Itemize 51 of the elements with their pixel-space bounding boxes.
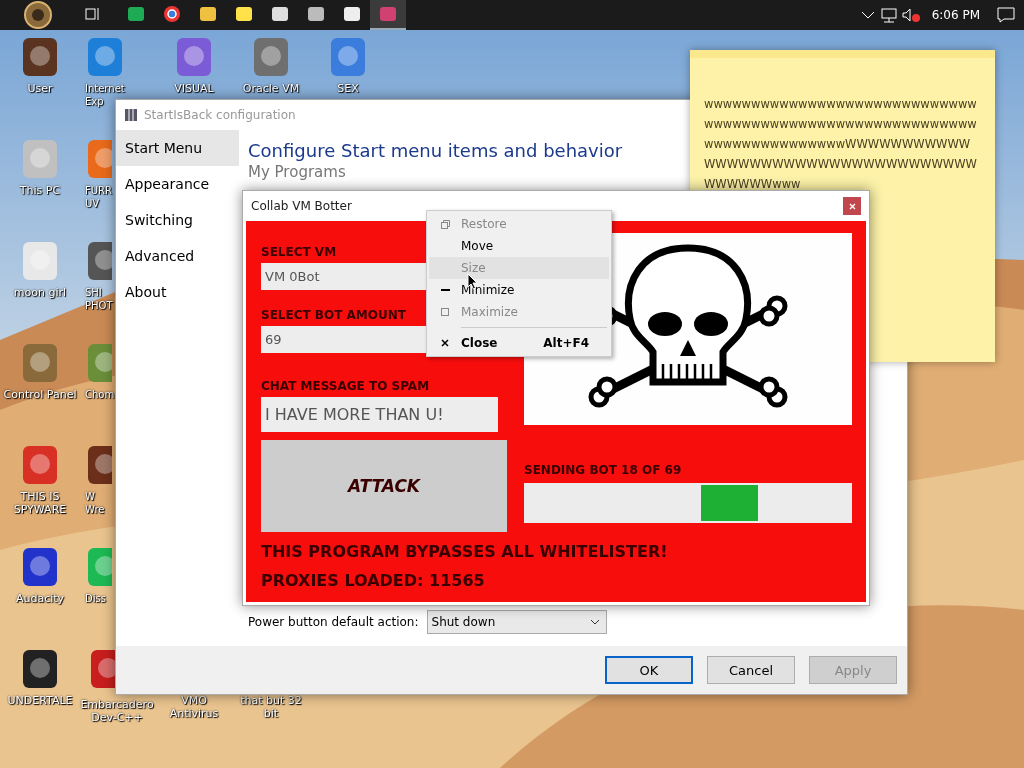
field-label: SELECT VM [261,245,337,259]
sidebar-item[interactable]: Switching [116,202,239,238]
attack-button[interactable]: ATTACK [261,440,507,532]
clock[interactable]: 6:06 PM [931,8,980,22]
section-heading: My Programs [248,163,346,181]
icon-label: that but 32 [240,694,302,707]
text-field[interactable]: I HAVE MORE THAN U! [261,397,498,432]
dialog-button[interactable]: OK [605,656,693,684]
menu-item[interactable]: Move [429,235,609,257]
icon-label: moon girl [13,286,67,299]
icon-label: SHI [85,286,102,299]
icon-label: PHOT [85,299,113,312]
window-title: Collab VM Botter [251,199,352,213]
icon-label: FURR [85,184,112,197]
field-label: CHAT MESSAGE TO SPAM [261,379,430,393]
icon-label: W [85,490,95,503]
field-label: SELECT BOT AMOUNT [261,308,406,322]
icon-label: Diss [85,592,106,605]
icon-label: SEX [337,82,359,95]
icon-label: UV [85,197,100,210]
dialog-button[interactable]: Cancel [707,656,795,684]
icon-label: Antivirus [169,707,219,720]
notice-text: PROXIES LOADED: 11565 [261,571,485,590]
icon-label: Dev-C++ [91,711,143,724]
icon-label: Wre [85,503,105,516]
power-select[interactable]: Shut down [426,610,607,634]
icon-label: Embarcadero [80,698,154,711]
sidebar-item[interactable]: Advanced [116,238,239,274]
icon-label: Internet [85,82,125,95]
icon-label: bit [263,707,279,720]
icon-label: This PC [19,184,61,197]
sidebar-item[interactable]: Appearance [116,166,239,202]
note-text: wwwwwwwwwwwwwwwwwwwwwwwwwwwwwwwwwwwwwwwwwwwwwwwwwwwwwwwwwwwwwwwwwwwwwwwwwWWWWWWWWWWWWWWWWWWWWWWWWWWWWWWWWWWWWWWWWWwww [704,96,978,193]
icon-label: User [27,82,53,95]
icon-label: Control Panel [3,388,77,401]
progress-label: SENDING BOT 18 OF 69 [524,463,682,477]
icon-label: Chom [85,388,115,401]
field-label: Power button default action: [248,615,419,629]
notice-text: THIS PROGRAM BYPASSES ALL WHITELISTER! [261,542,668,561]
sidebar-item[interactable]: About [116,274,239,310]
icon-label: Oracle VM [242,82,300,95]
icon-label: VMO [181,694,207,707]
window-title: StartIsBack configuration [144,108,296,122]
icon-label: VISUAL [174,82,214,95]
icon-label: SPYWARE [13,503,67,516]
icon-label: Exp [85,95,104,108]
icon-label: Audacity [15,592,65,605]
page-heading: Configure Start menu items and behavior [248,140,623,161]
icon-label: UNDERTALE [7,694,73,707]
icon-label: THIS IS [20,490,60,503]
sidebar-item[interactable]: Start Menu [116,130,239,166]
